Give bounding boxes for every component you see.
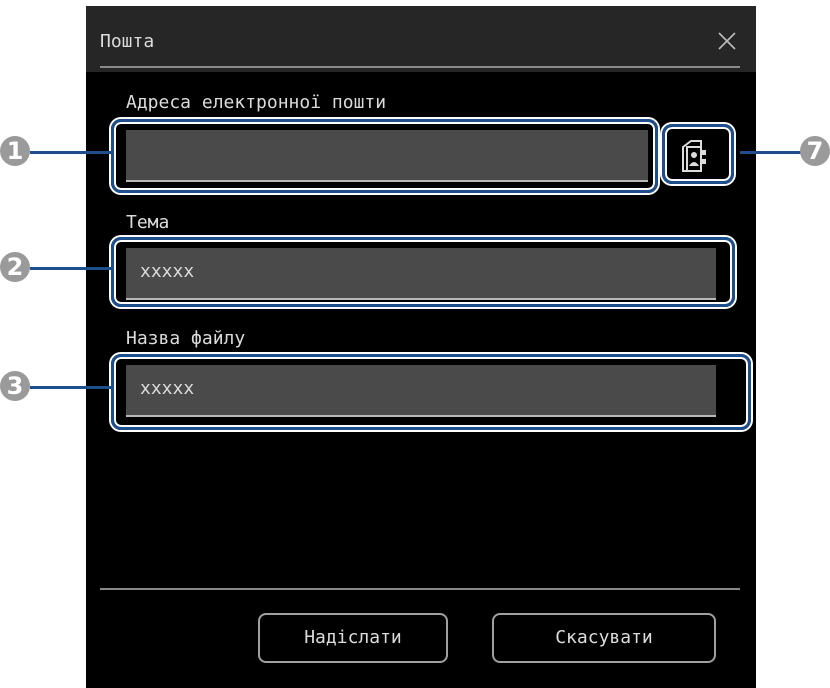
callout-marker-7: 7 [800, 136, 830, 166]
dialog-title: Пошта [100, 31, 155, 52]
subject-label: Тема [126, 212, 170, 233]
title-divider [100, 66, 740, 68]
email-field[interactable] [126, 130, 648, 182]
subject-field[interactable]: xxxxx [126, 248, 716, 300]
filename-field[interactable]: xxxxx [126, 365, 716, 417]
callout-marker-1: 1 [0, 136, 30, 166]
send-button[interactable]: Надіслати [258, 613, 448, 663]
address-book-button[interactable] [662, 124, 734, 184]
callout-leader-3 [30, 386, 112, 389]
callout-marker-3: 3 [0, 371, 30, 401]
callout-leader-1 [30, 151, 112, 154]
manual-illustration: Пошта Адреса електронної пошти Тема xxxx… [0, 0, 830, 688]
callout-marker-2: 2 [0, 252, 30, 282]
title-bar: Пошта [86, 6, 756, 72]
close-icon[interactable] [716, 30, 738, 52]
cancel-button[interactable]: Скасувати [492, 613, 716, 663]
mail-dialog: Пошта Адреса електронної пошти Тема xxxx… [86, 6, 756, 688]
callout-leader-2 [30, 267, 112, 270]
filename-label: Назва файлу [126, 328, 246, 349]
email-label: Адреса електронної пошти [126, 92, 387, 113]
footer-divider [100, 588, 740, 590]
address-book-icon [682, 140, 706, 172]
